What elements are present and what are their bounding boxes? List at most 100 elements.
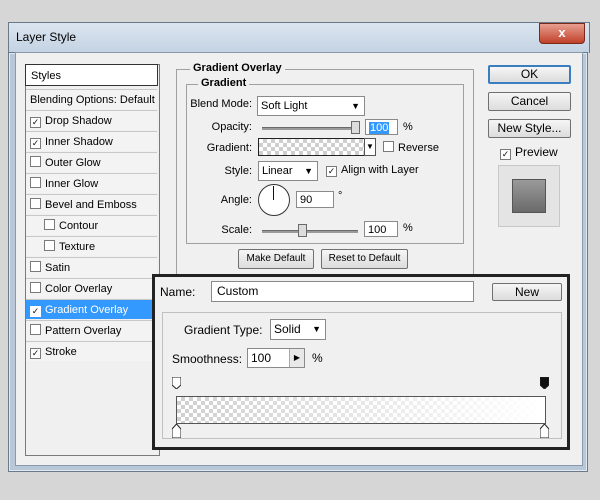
new-gradient-button[interactable]: New: [492, 283, 562, 301]
scale-value: 100: [368, 224, 387, 236]
gradient-picker-arrow[interactable]: ▼: [364, 138, 376, 156]
blend-mode-value: Soft Light: [261, 100, 308, 112]
new-style-button[interactable]: New Style...: [488, 119, 571, 138]
chevron-right-icon[interactable]: ▶: [289, 349, 304, 367]
close-icon: x: [558, 25, 566, 40]
angle-dial[interactable]: [258, 184, 290, 216]
styles-list-item[interactable]: Inner Glow: [26, 173, 157, 193]
cancel-button[interactable]: Cancel: [488, 92, 571, 111]
angle-dial-needle: [273, 186, 274, 200]
reverse-checkbox[interactable]: Reverse: [383, 141, 439, 154]
title-bar[interactable]: [8, 22, 590, 53]
styles-list-item-label: Contour: [59, 220, 99, 232]
gradient-bar-fill: [177, 397, 545, 423]
reverse-label: Reverse: [398, 142, 439, 154]
styles-list-item[interactable]: ✓ Drop Shadow: [26, 110, 157, 130]
scale-label: Scale:: [221, 224, 252, 236]
scale-slider-thumb[interactable]: [297, 224, 307, 237]
opacity-slider-thumb[interactable]: [351, 121, 360, 134]
ok-button[interactable]: OK: [488, 65, 571, 84]
color-stop-left[interactable]: [171, 423, 182, 439]
gradient-name-value: Custom: [217, 284, 259, 298]
style-value: Linear: [262, 165, 293, 177]
styles-list-item[interactable]: Outer Glow: [26, 152, 157, 172]
gradient-bar[interactable]: [176, 396, 546, 424]
align-with-layer-checkbox[interactable]: ✓ Align with Layer: [326, 164, 419, 177]
chevron-down-icon: ▼: [351, 101, 360, 111]
scale-slider-track[interactable]: [262, 230, 358, 233]
reverse-checkbox-box: [383, 141, 394, 152]
opacity-unit: %: [403, 121, 413, 133]
gradient-type-select[interactable]: Solid ▼: [270, 319, 326, 340]
scale-input[interactable]: 100: [364, 221, 398, 237]
preview-checkbox[interactable]: ✓ Preview: [500, 145, 558, 160]
styles-list-item[interactable]: Bevel and Emboss: [26, 194, 157, 214]
checkmark-icon: ✓: [500, 149, 511, 160]
opacity-value: 100: [369, 122, 390, 134]
close-button[interactable]: x: [539, 23, 585, 44]
opacity-slider-track[interactable]: [262, 127, 358, 130]
chevron-down-icon: ▼: [304, 166, 313, 176]
color-stop-right[interactable]: [539, 423, 550, 439]
checkbox-icon[interactable]: [30, 177, 41, 188]
scale-unit: %: [403, 222, 413, 234]
opacity-label: Opacity:: [211, 121, 252, 133]
checkmark-icon[interactable]: ✓: [30, 348, 41, 359]
gradient-preview-swatch[interactable]: [258, 138, 367, 156]
styles-list-item[interactable]: ✓ Inner Shadow: [26, 131, 157, 151]
style-select[interactable]: Linear ▼: [258, 161, 318, 181]
blend-mode-label: Blend Mode:: [190, 98, 252, 110]
styles-list-item-label: Bevel and Emboss: [45, 199, 137, 211]
styles-header[interactable]: Styles: [25, 64, 158, 86]
reset-to-default-button[interactable]: Reset to Default: [321, 249, 408, 269]
align-with-layer-label: Align with Layer: [341, 164, 419, 176]
preview-swatch: [512, 179, 546, 213]
styles-list-item[interactable]: ✓ Gradient Overlay: [26, 299, 157, 319]
checkbox-icon[interactable]: [44, 240, 55, 251]
checkmark-icon: ✓: [326, 166, 337, 177]
preview-thumbnail: [498, 165, 560, 227]
checkbox-icon[interactable]: [30, 282, 41, 293]
styles-list-item-label: Pattern Overlay: [45, 325, 122, 337]
name-label: Name:: [160, 285, 196, 299]
styles-list-item-label: Drop Shadow: [45, 115, 112, 127]
checkbox-icon[interactable]: [44, 219, 55, 230]
gradient-name-input[interactable]: Custom: [211, 281, 474, 302]
styles-list-item[interactable]: Satin: [26, 257, 157, 277]
chevron-down-icon: ▼: [312, 324, 321, 334]
gradient-label: Gradient:: [206, 142, 252, 154]
angle-unit: °: [338, 190, 343, 202]
checkbox-icon[interactable]: [30, 261, 41, 272]
checkmark-icon[interactable]: ✓: [30, 138, 41, 149]
window-title: Layer Style: [16, 30, 77, 44]
styles-list-item[interactable]: Blending Options: Default: [26, 89, 157, 109]
checkbox-icon[interactable]: [30, 324, 41, 335]
smoothness-label: Smoothness:: [172, 352, 243, 366]
styles-list-item[interactable]: Color Overlay: [26, 278, 157, 298]
chevron-down-icon: ▼: [366, 142, 374, 151]
styles-list-item[interactable]: Pattern Overlay: [26, 320, 157, 340]
opacity-stop-left[interactable]: [171, 376, 182, 390]
checkmark-icon[interactable]: ✓: [30, 117, 41, 128]
opacity-stop-right[interactable]: [539, 376, 550, 390]
smoothness-input[interactable]: 100 ▶: [247, 348, 305, 368]
gradient-type-label: Gradient Type:: [184, 323, 263, 337]
styles-list-item-label: Stroke: [45, 346, 77, 358]
styles-list-item-label: Inner Shadow: [45, 136, 113, 148]
styles-list-item[interactable]: Texture: [26, 236, 157, 256]
style-label: Style:: [224, 165, 252, 177]
blend-mode-select[interactable]: Soft Light ▼: [257, 96, 365, 116]
styles-list-item[interactable]: ✓ Stroke: [26, 341, 157, 361]
styles-list-item-label: Gradient Overlay: [45, 304, 129, 316]
checkbox-icon[interactable]: [30, 198, 41, 209]
preview-label: Preview: [515, 145, 558, 159]
checkmark-icon[interactable]: ✓: [30, 306, 41, 317]
angle-input[interactable]: 90: [296, 191, 334, 208]
opacity-input[interactable]: 100: [365, 119, 398, 135]
make-default-button[interactable]: Make Default: [238, 249, 314, 269]
styles-list-item[interactable]: Contour: [26, 215, 157, 235]
smoothness-value: 100: [251, 351, 272, 365]
angle-label: Angle:: [220, 194, 252, 206]
group-title: Gradient: [198, 77, 250, 89]
checkbox-icon[interactable]: [30, 156, 41, 167]
